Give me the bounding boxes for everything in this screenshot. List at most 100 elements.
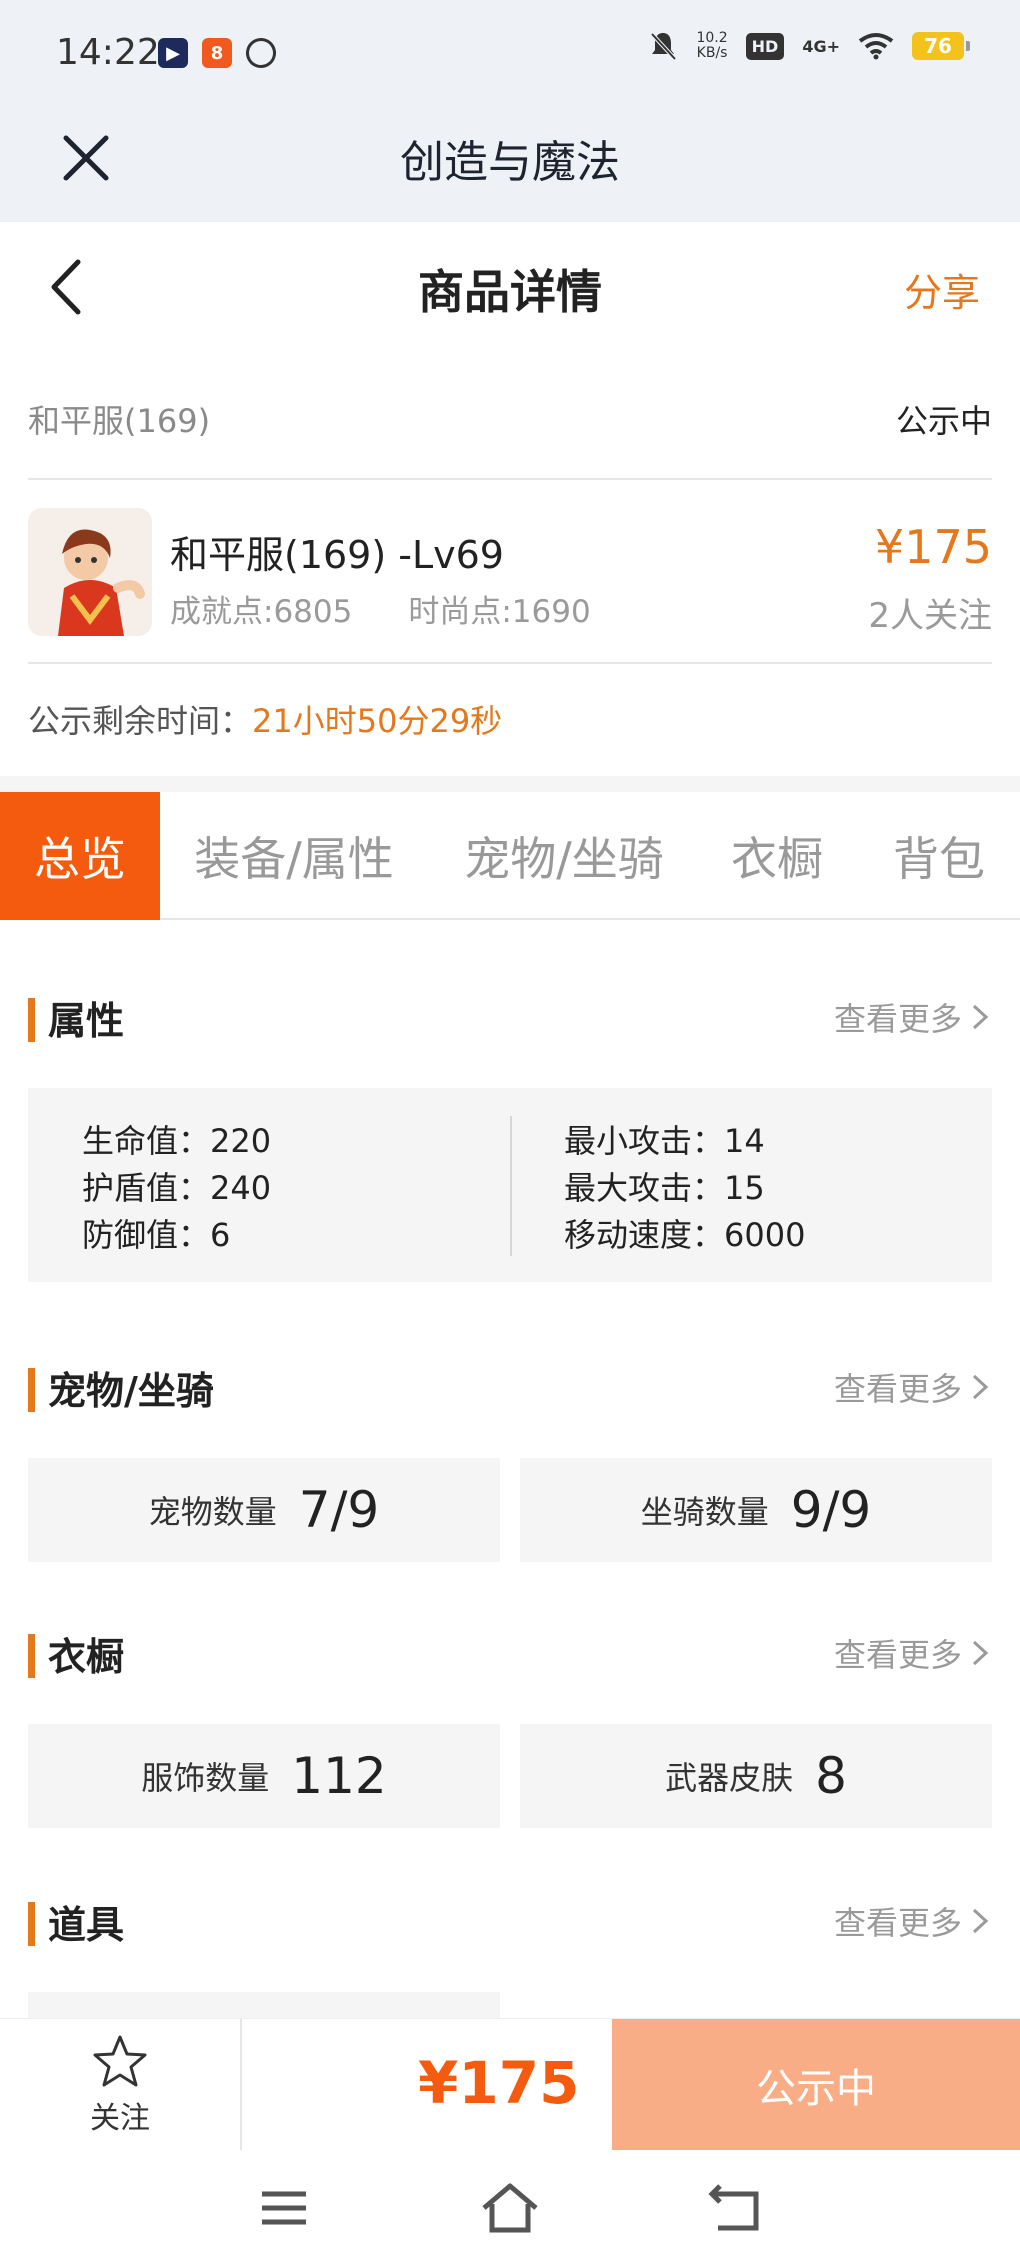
attr-label: 移动速度：: [564, 1216, 725, 1254]
stat-outfit-count: 服饰数量 112: [28, 1724, 500, 1828]
view-more-label: 查看更多: [833, 1636, 962, 1674]
section-title: 属性: [48, 999, 125, 1043]
mini-app-title-bar: 创造与魔法: [0, 110, 1020, 222]
stat-value: 112: [291, 1747, 387, 1805]
attributes-divider: [510, 1116, 512, 1256]
status-app-icons: ▶ 8: [158, 32, 282, 74]
attr-min-attack: 最小攻击：14: [564, 1118, 805, 1165]
view-more-label: 查看更多: [833, 1370, 962, 1408]
attr-value: 6: [210, 1216, 231, 1254]
status-indicators: 10.2 KB/s HD 4G+ 76: [648, 30, 970, 62]
stat-label: 宠物数量: [148, 1493, 277, 1531]
view-more-label: 查看更多: [833, 1904, 962, 1942]
attr-value: 15: [724, 1169, 765, 1207]
stat-pet-count: 宠物数量 7/9: [28, 1458, 500, 1562]
view-more-wardrobe[interactable]: 查看更多: [834, 1630, 992, 1676]
tab-wardrobe[interactable]: 衣橱: [712, 792, 842, 920]
hd-badge: HD: [745, 32, 785, 60]
attr-max-attack: 最大攻击：15: [564, 1165, 805, 1212]
page-title: 商品详情: [418, 265, 602, 319]
section-wardrobe-header: 衣橱 查看更多: [28, 1626, 992, 1686]
time-remaining-row: 公示剩余时间：21小时50分29秒: [28, 696, 502, 742]
view-more-pets[interactable]: 查看更多: [834, 1364, 992, 1410]
section-items-header: 道具 查看更多: [28, 1894, 992, 1954]
attr-label: 最大攻击：: [564, 1169, 725, 1207]
attr-hp: 生命值：220: [82, 1118, 271, 1165]
stat-value: 7/9: [298, 1481, 380, 1539]
stat-label: 武器皮肤: [665, 1759, 794, 1797]
public-status-button[interactable]: 公示中: [612, 2019, 1020, 2151]
status-bar: 14:22 ▶ 8 10.2 KB/s HD 4G+ 76: [0, 0, 1020, 110]
app-notification-icon: 8: [202, 38, 232, 68]
section-pets-header: 宠物/坐骑 查看更多: [28, 1360, 992, 1420]
bottom-price: ¥175: [418, 2049, 580, 2117]
product-name: 和平服(169) -Lv69: [170, 533, 504, 577]
follow-label: 关注: [90, 2101, 150, 2136]
attr-label: 生命值：: [82, 1122, 211, 1160]
bell-muted-icon: [651, 32, 677, 61]
view-more-label: 查看更多: [833, 1000, 962, 1038]
attr-defense: 防御值：6: [82, 1212, 271, 1259]
page-header: 商品详情 分享: [0, 222, 1020, 352]
net-speed: 10.2 KB/s: [696, 31, 727, 61]
view-more-attributes[interactable]: 查看更多: [834, 994, 992, 1040]
signal-icon: 4G+: [802, 36, 840, 56]
top-area: 14:22 ▶ 8 10.2 KB/s HD 4G+ 76 创造与魔法: [0, 0, 1020, 222]
attr-value: 6000: [724, 1216, 806, 1254]
attributes-right-column: 最小攻击：14 最大攻击：15 移动速度：6000: [564, 1118, 805, 1259]
tab-equipment[interactable]: 装备/属性: [174, 792, 414, 920]
chevron-right-icon: [972, 1908, 989, 1934]
mini-app-title: 创造与魔法: [400, 137, 620, 188]
section-accent-bar: [28, 998, 35, 1042]
section-accent-bar: [28, 1368, 35, 1412]
app-notification-icon: [240, 32, 282, 74]
battery-indicator: 76: [912, 32, 970, 60]
achievement-points: 成就点:6805: [170, 594, 353, 630]
chevron-right-icon: [972, 1004, 989, 1030]
tab-bar: 总览 装备/属性 宠物/坐骑 衣橱 背包: [0, 792, 1020, 920]
attributes-left-column: 生命值：220 护盾值：240 防御值：6: [82, 1118, 271, 1259]
follow-button[interactable]: 关注: [0, 2019, 242, 2151]
section-accent-bar: [28, 1634, 35, 1678]
wifi-icon: [858, 33, 894, 60]
net-speed-unit: KB/s: [696, 45, 728, 61]
product-row[interactable]: 和平服(169) -Lv69 成就点:6805 时尚点:1690 ¥175 2人…: [28, 480, 992, 664]
stat-weapon-skins: 武器皮肤 8: [520, 1724, 992, 1828]
server-name: 和平服(169): [28, 402, 211, 440]
time-remaining-value: 21小时50分29秒: [252, 702, 503, 740]
stat-mount-count: 坐骑数量 9/9: [520, 1458, 992, 1562]
tab-backpack[interactable]: 背包: [872, 792, 1006, 920]
fashion-points: 时尚点:1690: [408, 594, 591, 630]
section-attributes-header: 属性 查看更多: [28, 990, 992, 1050]
section-title: 道具: [48, 1903, 125, 1947]
view-more-items[interactable]: 查看更多: [834, 1898, 992, 1944]
attributes-panel: 生命值：220 护盾值：240 防御值：6 最小攻击：14 最大攻击：15 移动…: [28, 1088, 992, 1282]
time-remaining-label: 公示剩余时间：: [28, 702, 253, 740]
chevron-right-icon: [972, 1374, 989, 1400]
chevron-right-icon: [972, 1640, 989, 1666]
attr-label: 最小攻击：: [564, 1122, 725, 1160]
back-icon[interactable]: [706, 2180, 766, 2236]
attr-label: 防御值：: [82, 1216, 211, 1254]
stat-value: 9/9: [790, 1481, 872, 1539]
product-meta: 成就点:6805 时尚点:1690: [170, 586, 591, 631]
listing-status: 公示中: [895, 402, 992, 440]
system-nav-bar: [0, 2150, 1020, 2267]
share-button[interactable]: 分享: [904, 262, 980, 317]
stat-label: 坐骑数量: [640, 1493, 769, 1531]
tab-pets-mounts[interactable]: 宠物/坐骑: [444, 792, 684, 920]
app-notification-icon: ▶: [158, 38, 188, 68]
follower-count: 2人关注: [868, 596, 992, 636]
product-price: ¥175: [874, 520, 992, 574]
menu-icon[interactable]: [254, 2180, 314, 2236]
net-speed-value: 10.2: [696, 30, 728, 46]
attr-shield: 护盾值：240: [82, 1165, 271, 1212]
star-icon: [93, 2035, 147, 2087]
section-title: 宠物/坐骑: [48, 1369, 214, 1413]
stat-value: 8: [815, 1747, 847, 1805]
section-title: 衣橱: [48, 1635, 125, 1679]
home-icon[interactable]: [480, 2180, 540, 2236]
tab-overview[interactable]: 总览: [0, 792, 160, 920]
section-accent-bar: [28, 1902, 35, 1946]
section-divider: [0, 776, 1020, 792]
